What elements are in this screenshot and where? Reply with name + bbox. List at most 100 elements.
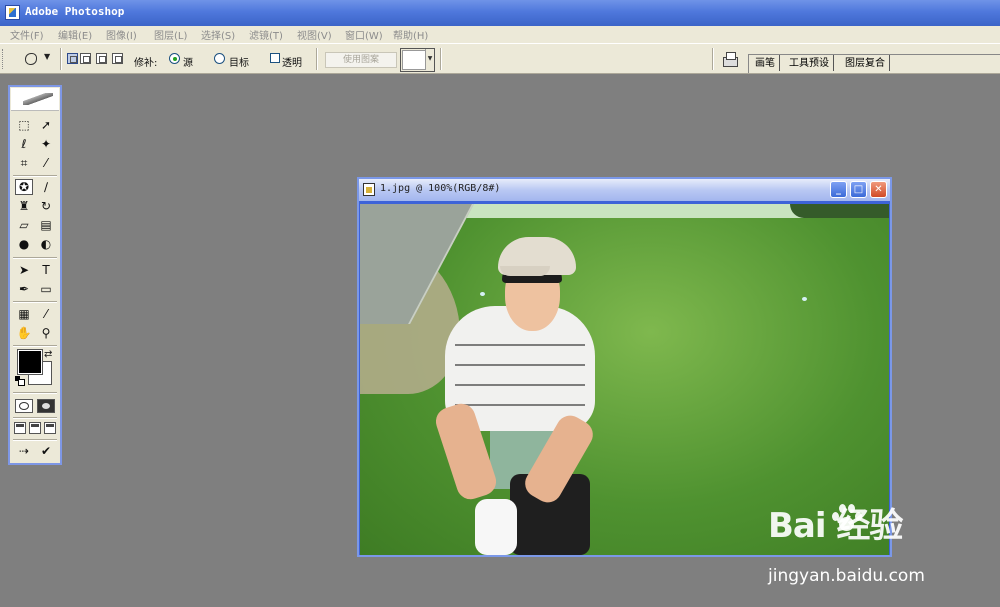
clone-stamp-tool-icon[interactable]: ♜	[15, 198, 33, 214]
use-pattern-button[interactable]: 使用图案	[325, 52, 397, 68]
menu-view[interactable]: 视图(V)	[297, 27, 332, 42]
app-title-bar: Adobe Photoshop	[0, 0, 1000, 26]
shirt-stripe	[455, 384, 585, 386]
patch-label: 修补:	[134, 58, 158, 69]
tab-tool-presets[interactable]: 工具预设	[785, 55, 834, 71]
default-colors-icon[interactable]	[15, 376, 25, 386]
slice-tool-icon[interactable]: ⁄	[37, 155, 55, 171]
minimize-button[interactable]: _	[830, 181, 847, 198]
new-selection-button[interactable]	[67, 53, 78, 64]
screen-mode-icon	[46, 424, 54, 427]
standard-mode-icon	[19, 402, 29, 410]
standard-screen-mode-button[interactable]	[14, 422, 26, 434]
menu-bar: 文件(F) 编辑(E) 图像(I) 图层(L) 选择(S) 滤镜(T) 视图(V…	[0, 26, 1000, 43]
pen-tool-icon[interactable]: ✒	[15, 281, 33, 297]
magic-wand-tool-icon[interactable]: ✦	[37, 136, 55, 152]
add-selection-icon	[83, 56, 90, 63]
destination-radio[interactable]	[214, 53, 225, 64]
toolbox: ⬚ ➚ ℓ ✦ ⌗ ⁄ ✪ ∕ ♜ ↻ ▱ ▤ ● ◐ ➤ T ✒ ▭ ▦ ⁄ …	[8, 85, 62, 465]
path-selection-tool-icon[interactable]: ➤	[15, 262, 33, 278]
marquee-tool-icon[interactable]: ⬚	[15, 117, 33, 133]
options-bar-grip[interactable]	[2, 49, 6, 69]
quick-mask-icon	[41, 402, 51, 410]
transparent-label: 透明	[282, 58, 302, 69]
pattern-swatch	[402, 50, 426, 70]
toolbox-separator	[13, 417, 57, 419]
toolbox-separator	[13, 175, 57, 177]
patch-tool-icon	[25, 53, 37, 65]
type-tool-icon[interactable]: T	[37, 262, 55, 278]
image-file-icon	[363, 183, 375, 196]
shirt-stripe	[455, 404, 585, 406]
full-screen-mode-button[interactable]	[44, 422, 56, 434]
feather-logo-icon	[23, 93, 53, 105]
menu-filter[interactable]: 滤镜(T)	[249, 27, 283, 42]
subtract-from-selection-button[interactable]	[96, 53, 107, 64]
notes-tool-icon[interactable]: ▦	[15, 306, 33, 322]
close-button[interactable]: ✕	[870, 181, 887, 198]
toolbox-header[interactable]	[11, 88, 59, 111]
destination-label: 目标	[229, 58, 249, 69]
standard-mode-button[interactable]	[15, 399, 33, 413]
palette-well-icon[interactable]	[722, 51, 738, 67]
tab-layer-comps[interactable]: 图层复合	[841, 55, 890, 71]
blur-tool-icon[interactable]: ●	[15, 236, 33, 252]
lasso-tool-icon[interactable]: ℓ	[15, 136, 33, 152]
menu-help[interactable]: 帮助(H)	[393, 27, 428, 42]
dodge-tool-icon[interactable]: ◐	[37, 236, 55, 252]
menu-window[interactable]: 窗口(W)	[345, 27, 383, 42]
eraser-tool-icon[interactable]: ▱	[15, 217, 33, 233]
photo-golf-glove	[475, 499, 517, 555]
baidu-paw-icon	[828, 498, 864, 534]
menu-select[interactable]: 选择(S)	[201, 27, 235, 42]
options-separator	[712, 48, 714, 70]
screen-mode-icon	[31, 424, 39, 427]
menu-image[interactable]: 图像(I)	[106, 27, 137, 42]
toolbox-separator	[13, 257, 57, 259]
jump-to-imageready-icon[interactable]: ⇢	[15, 443, 33, 459]
gradient-tool-icon[interactable]: ▤	[37, 217, 55, 233]
transparent-checkbox[interactable]	[270, 53, 280, 63]
menu-edit[interactable]: 编辑(E)	[58, 27, 92, 42]
tool-preset-picker[interactable]: ▼	[20, 51, 54, 67]
source-radio[interactable]	[169, 53, 180, 64]
document-title-bar[interactable]: 1.jpg @ 100%(RGB/8#) _ □ ✕	[359, 179, 890, 201]
golf-ball	[480, 292, 485, 296]
zoom-tool-icon[interactable]: ⚲	[37, 325, 55, 341]
swap-colors-icon[interactable]: ⇄	[44, 349, 52, 360]
foreground-color-swatch[interactable]	[17, 349, 43, 375]
quick-mask-mode-button[interactable]	[37, 399, 55, 413]
intersect-selection-button[interactable]	[112, 53, 123, 64]
hand-tool-icon[interactable]: ✋	[15, 325, 33, 341]
history-brush-tool-icon[interactable]: ↻	[37, 198, 55, 214]
options-separator	[60, 48, 62, 70]
toolbox-separator	[13, 345, 57, 347]
menu-layer[interactable]: 图层(L)	[154, 27, 187, 42]
app-title: Adobe Photoshop	[25, 5, 125, 18]
chevron-down-icon: ▼	[425, 49, 434, 69]
source-label: 源	[183, 58, 193, 69]
photo-cap-bill	[500, 266, 550, 276]
rectangle-tool-icon[interactable]: ▭	[37, 281, 55, 297]
intersect-selection-icon	[115, 56, 122, 63]
eyedropper-tool-icon[interactable]: ⁄	[37, 306, 55, 322]
full-screen-menu-mode-button[interactable]	[29, 422, 41, 434]
add-to-selection-button[interactable]	[80, 53, 91, 64]
baidu-watermark-url: jingyan.baidu.com	[768, 566, 925, 586]
photoshop-app-icon	[5, 5, 20, 20]
menu-file[interactable]: 文件(F)	[10, 27, 44, 42]
options-separator	[316, 48, 318, 70]
tab-brushes[interactable]: 画笔	[751, 55, 780, 71]
pattern-picker[interactable]: ▼	[400, 48, 435, 72]
patch-tool-icon[interactable]: ✪	[15, 179, 33, 195]
maximize-button[interactable]: □	[850, 181, 867, 198]
crop-tool-icon[interactable]: ⌗	[15, 155, 33, 171]
move-tool-icon[interactable]: ➚	[37, 117, 55, 133]
edit-in-imageready-icon[interactable]: ✔	[37, 443, 55, 459]
shirt-stripe	[455, 364, 585, 366]
new-selection-icon	[70, 56, 77, 63]
toolbox-separator	[13, 392, 57, 394]
palette-well: 画笔 工具预设 图层复合	[748, 54, 1000, 73]
brush-tool-icon[interactable]: ∕	[37, 179, 55, 195]
document-title: 1.jpg @ 100%(RGB/8#)	[380, 183, 501, 194]
